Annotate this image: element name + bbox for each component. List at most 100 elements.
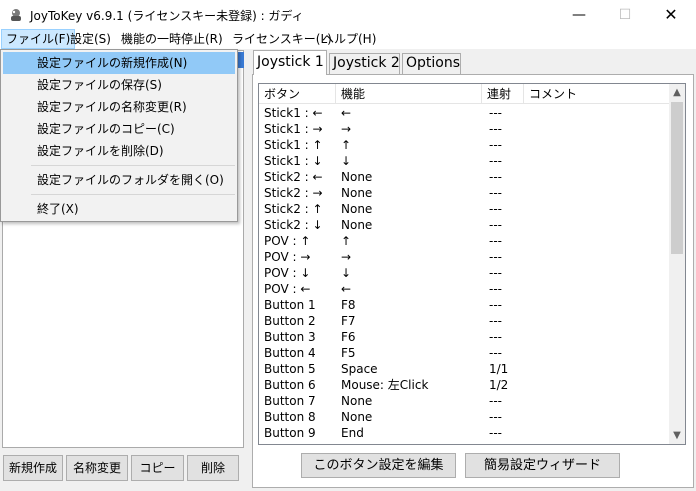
row-repeat-cell: --- <box>489 218 502 232</box>
menu-item-exit[interactable]: 終了(X) <box>3 198 235 220</box>
menu-item-open-profile-folder[interactable]: 設定ファイルのフォルダを開く(O) <box>3 169 235 191</box>
table-row[interactable]: Button 9 End --- <box>259 425 669 441</box>
row-button-cell: Stick1 : ↓ <box>264 154 323 168</box>
row-function-cell: ↓ <box>341 266 352 280</box>
row-button-cell: Button 6 <box>264 378 316 392</box>
column-header-function[interactable]: 機能 <box>336 84 482 104</box>
scroll-up-icon[interactable]: ▲ <box>669 84 685 101</box>
row-repeat-cell: --- <box>489 234 502 248</box>
row-function-cell: F7 <box>341 314 356 328</box>
menu-separator <box>31 194 235 195</box>
edit-button-setting-button[interactable]: このボタン設定を編集 <box>301 453 456 478</box>
button-assignment-list[interactable]: ボタン 機能 連射 コメント Stick1 : ← ← --- Stick1 : → →… <box>258 83 686 445</box>
row-repeat-cell: 1/2 <box>489 378 509 392</box>
row-function-cell: ← <box>341 282 352 296</box>
table-row[interactable]: Stick2 : ↓ None --- <box>259 217 669 233</box>
menu-item-rename-profile[interactable]: 設定ファイルの名称変更(R) <box>3 96 235 118</box>
table-row[interactable]: Button 8 None --- <box>259 409 669 425</box>
table-row[interactable]: Stick1 : ← ← --- <box>259 105 669 121</box>
row-button-cell: Stick2 : → <box>264 186 323 200</box>
maximize-button[interactable]: ☐ <box>602 0 648 30</box>
copy-profile-button[interactable]: コピー <box>131 455 184 481</box>
menu-settings[interactable]: 設定(S) <box>66 29 115 49</box>
row-repeat-cell: --- <box>489 410 502 424</box>
row-button-cell: Button 8 <box>264 410 316 424</box>
row-button-cell: POV : ← <box>264 282 311 296</box>
table-row[interactable]: Button 6 Mouse: 左Click 1/2 <box>259 377 669 393</box>
row-button-cell: POV : ↑ <box>264 234 311 248</box>
row-repeat-cell: --- <box>489 138 502 152</box>
row-repeat-cell: --- <box>489 122 502 136</box>
menu-item-copy-profile[interactable]: 設定ファイルのコピー(C) <box>3 118 235 140</box>
menu-pause[interactable]: 機能の一時停止(R) <box>117 29 227 49</box>
row-repeat-cell: --- <box>489 346 502 360</box>
row-function-cell: Space <box>341 362 378 376</box>
row-function-cell: None <box>341 394 373 408</box>
row-button-cell: Button 2 <box>264 314 316 328</box>
row-function-cell: ← <box>341 106 352 120</box>
scroll-thumb[interactable] <box>671 102 683 254</box>
row-repeat-cell: --- <box>489 202 502 216</box>
menu-help[interactable]: ヘルプ(H) <box>318 29 380 49</box>
table-row[interactable]: POV : ↑ ↑ --- <box>259 233 669 249</box>
row-button-cell: Stick2 : ↑ <box>264 202 323 216</box>
table-row[interactable]: POV : ← ← --- <box>259 281 669 297</box>
row-repeat-cell: --- <box>489 106 502 120</box>
table-row[interactable]: Stick2 : ← None --- <box>259 169 669 185</box>
menu-file[interactable]: ファイル(F) <box>1 29 76 49</box>
delete-profile-button[interactable]: 削除 <box>187 455 239 481</box>
row-button-cell: Stick1 : ← <box>264 106 323 120</box>
row-function-cell: None <box>341 170 373 184</box>
row-repeat-cell: --- <box>489 330 502 344</box>
table-row[interactable]: POV : ↓ ↓ --- <box>259 265 669 281</box>
menu-separator <box>31 165 235 166</box>
table-row[interactable]: POV : → → --- <box>259 249 669 265</box>
table-row[interactable]: Button 1 F8 --- <box>259 297 669 313</box>
table-row[interactable]: Button 7 None --- <box>259 393 669 409</box>
menu-item-new-profile[interactable]: 設定ファイルの新規作成(N) <box>3 52 235 74</box>
row-button-cell: POV : ↓ <box>264 266 311 280</box>
table-row[interactable]: Stick2 : ↑ None --- <box>259 201 669 217</box>
table-row[interactable]: Stick1 : ↑ ↑ --- <box>259 137 669 153</box>
table-row[interactable]: Stick2 : → None --- <box>259 185 669 201</box>
row-function-cell: None <box>341 218 373 232</box>
row-button-cell: Button 7 <box>264 394 316 408</box>
setup-wizard-button[interactable]: 簡易設定ウィザード <box>465 453 620 478</box>
row-function-cell: F8 <box>341 298 356 312</box>
row-button-cell: Button 1 <box>264 298 316 312</box>
table-row[interactable]: Button 5 Space 1/1 <box>259 361 669 377</box>
column-header-button[interactable]: ボタン <box>259 84 336 104</box>
row-function-cell: None <box>341 186 373 200</box>
column-header-comment[interactable]: コメント <box>524 84 669 104</box>
table-row[interactable]: Stick1 : ↓ ↓ --- <box>259 153 669 169</box>
list-vertical-scrollbar[interactable]: ▲ ▼ <box>669 84 685 444</box>
menu-item-save-profile[interactable]: 設定ファイルの保存(S) <box>3 74 235 96</box>
joytokey-app-icon <box>11 9 21 21</box>
scroll-down-icon[interactable]: ▼ <box>669 427 685 444</box>
row-button-cell: Stick1 : ↑ <box>264 138 323 152</box>
row-button-cell: Button 5 <box>264 362 316 376</box>
new-profile-button[interactable]: 新規作成 <box>3 455 63 481</box>
row-repeat-cell: --- <box>489 298 502 312</box>
tab-joystick-1[interactable]: Joystick 1 <box>253 50 327 75</box>
table-row[interactable]: Button 4 F5 --- <box>259 345 669 361</box>
rename-profile-button[interactable]: 名称変更 <box>66 455 128 481</box>
row-function-cell: ↓ <box>341 154 352 168</box>
profile-list-scrollbar[interactable] <box>238 52 244 68</box>
tab-joystick-2[interactable]: Joystick 2 <box>329 53 400 74</box>
table-row[interactable]: Stick1 : → → --- <box>259 121 669 137</box>
row-function-cell: None <box>341 410 373 424</box>
row-function-cell: F5 <box>341 346 356 360</box>
table-row[interactable]: Button 3 F6 --- <box>259 329 669 345</box>
tab-options[interactable]: Options <box>402 53 461 74</box>
close-button[interactable]: ✕ <box>648 0 694 30</box>
menu-item-delete-profile[interactable]: 設定ファイルを削除(D) <box>3 140 235 162</box>
minimize-button[interactable]: — <box>556 0 602 30</box>
column-header-repeat[interactable]: 連射 <box>482 84 524 104</box>
window-title: JoyToKey v6.9.1 (ライセンスキー未登録) : ガディ <box>30 9 304 23</box>
row-function-cell: None <box>341 202 373 216</box>
row-repeat-cell: --- <box>489 154 502 168</box>
table-row[interactable]: Button 2 F7 --- <box>259 313 669 329</box>
row-repeat-cell: --- <box>489 394 502 408</box>
file-menu-dropdown: 設定ファイルの新規作成(N) 設定ファイルの保存(S) 設定ファイルの名称変更(R)… <box>0 49 238 222</box>
